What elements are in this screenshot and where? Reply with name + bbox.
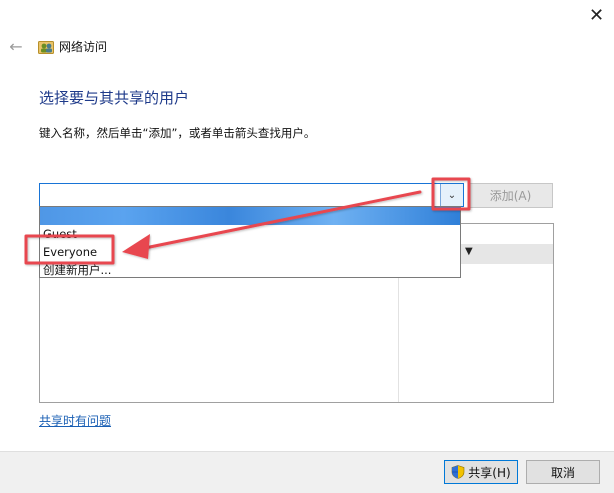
footer-bar: 共享(H) 取消 xyxy=(0,451,614,493)
network-users-icon xyxy=(38,41,54,54)
dropdown-item-everyone[interactable]: Everyone xyxy=(43,245,97,259)
shield-icon xyxy=(451,465,465,479)
user-dropdown-list: Guest Everyone 创建新用户... xyxy=(39,206,461,278)
instruction-text: 键入名称，然后单击“添加”，或者单击箭头查找用户。 xyxy=(39,126,316,140)
column-divider xyxy=(398,264,399,402)
redacted-selected-item[interactable] xyxy=(40,207,460,225)
share-button-label: 共享(H) xyxy=(468,465,511,480)
chevron-down-icon: ⌄ xyxy=(447,189,457,201)
share-button[interactable]: 共享(H) xyxy=(444,460,518,484)
close-icon: ✕ xyxy=(588,4,605,26)
back-arrow-icon: ← xyxy=(9,36,23,56)
add-button[interactable]: 添加(A) xyxy=(468,183,553,208)
dropdown-item-create-user[interactable]: 创建新用户... xyxy=(43,262,111,278)
cancel-button[interactable]: 取消 xyxy=(526,460,600,484)
dropdown-item-guest[interactable]: Guest xyxy=(43,227,77,241)
user-name-input[interactable] xyxy=(40,184,443,206)
window-title: 网络访问 xyxy=(59,40,108,54)
combo-dropdown-button[interactable]: ⌄ xyxy=(440,184,463,206)
sharing-problems-link[interactable]: 共享时有问题 xyxy=(39,412,111,429)
close-button[interactable]: ✕ xyxy=(579,0,614,30)
page-heading: 选择要与其共享的用户 xyxy=(39,89,190,107)
user-name-combobox[interactable]: ⌄ xyxy=(39,183,464,207)
back-button[interactable]: ← xyxy=(6,36,26,56)
caret-down-icon[interactable]: ▼ xyxy=(465,246,473,257)
